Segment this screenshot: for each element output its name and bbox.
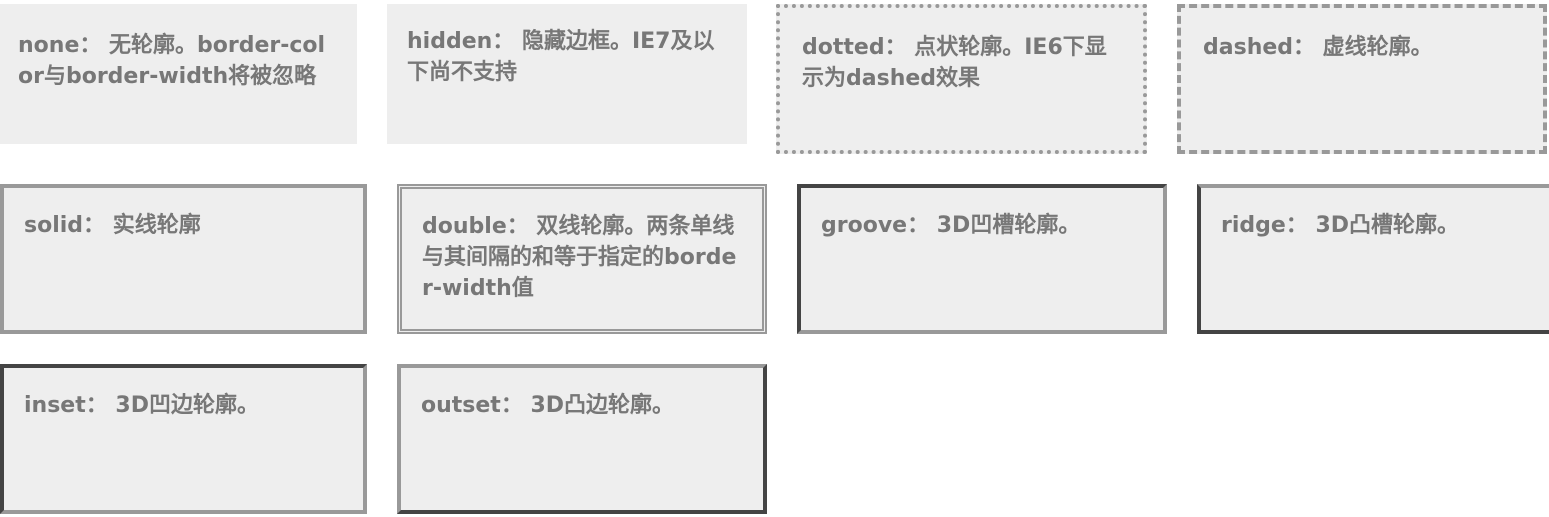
border-style-outset-text: outset： 3D凸边轮廓。 xyxy=(421,393,675,418)
border-style-solid-text: solid： 实线轮廓 xyxy=(24,213,201,238)
border-style-dotted-text: dotted： 点状轮廓。IE6下显示为dashed效果 xyxy=(802,35,1107,91)
border-style-ridge-text: ridge： 3D凸槽轮廓。 xyxy=(1221,213,1460,238)
border-style-hidden-text: hidden： 隐藏边框。IE7及以下尚不支持 xyxy=(407,29,715,85)
border-style-solid-box: solid： 实线轮廓 xyxy=(0,184,367,334)
border-style-double-box: double： 双线轮廓。两条单线与其间隔的和等于指定的border-width… xyxy=(397,184,767,334)
border-style-groove-text: groove： 3D凹槽轮廓。 xyxy=(821,213,1081,238)
border-style-outset-box: outset： 3D凸边轮廓。 xyxy=(397,364,767,514)
border-style-inset-box: inset： 3D凹边轮廓。 xyxy=(0,364,367,514)
border-style-double-text: double： 双线轮廓。两条单线与其间隔的和等于指定的border-width… xyxy=(422,214,737,301)
border-style-none-text: none： 无轮廓。border-color与border-width将被忽略 xyxy=(18,33,326,89)
border-style-groove-box: groove： 3D凹槽轮廓。 xyxy=(797,184,1167,334)
border-style-hidden-box: hidden： 隐藏边框。IE7及以下尚不支持 xyxy=(387,4,747,144)
border-style-inset-text: inset： 3D凹边轮廓。 xyxy=(24,393,259,418)
border-style-ridge-box: ridge： 3D凸槽轮廓。 xyxy=(1197,184,1549,334)
border-style-none-box: none： 无轮廓。border-color与border-width将被忽略 xyxy=(0,4,357,144)
border-style-dotted-box: dotted： 点状轮廓。IE6下显示为dashed效果 xyxy=(776,4,1147,154)
border-style-dashed-box: dashed： 虚线轮廓。 xyxy=(1177,4,1547,154)
border-style-dashed-text: dashed： 虚线轮廓。 xyxy=(1203,35,1433,60)
